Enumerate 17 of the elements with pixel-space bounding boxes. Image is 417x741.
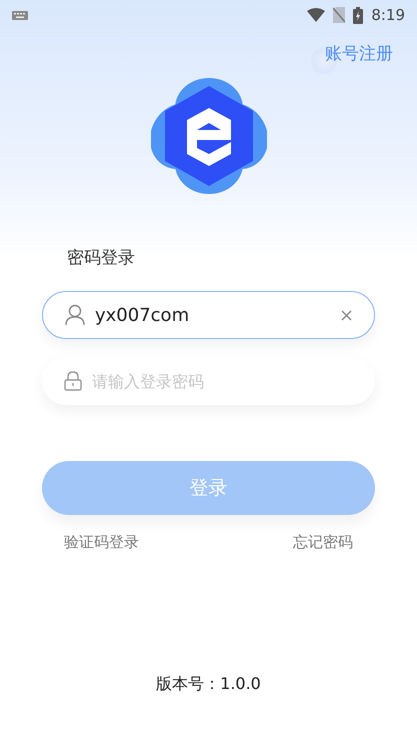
keyboard-icon xyxy=(12,10,28,20)
password-input[interactable]: 请输入登录密码 xyxy=(90,366,353,396)
username-field[interactable]: yx007com xyxy=(42,291,375,339)
password-field[interactable]: 请输入登录密码 xyxy=(42,357,375,405)
clear-icon[interactable] xyxy=(341,310,352,320)
version-text: 版本号：1.0.0 xyxy=(156,674,261,692)
user-icon xyxy=(65,304,85,326)
text-link[interactable]: 忘记密码 xyxy=(293,531,353,554)
lock-icon xyxy=(64,371,82,391)
no-sim-icon xyxy=(333,7,346,23)
text-link[interactable]: 验证码登录 xyxy=(64,531,139,554)
login-title: 密码登录 xyxy=(67,246,136,270)
register-link[interactable]: 账号注册 xyxy=(321,40,397,70)
wifi-icon xyxy=(307,8,326,22)
battery-icon xyxy=(353,6,364,24)
username-input[interactable]: yx007com xyxy=(93,300,333,330)
status-time: 8:19 xyxy=(371,4,405,26)
